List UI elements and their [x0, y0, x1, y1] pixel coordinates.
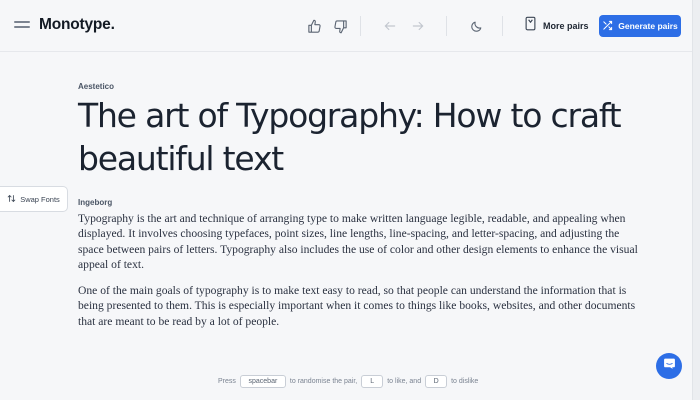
bookmark-icon — [524, 16, 537, 36]
hint-text: Press — [218, 377, 236, 385]
chat-button[interactable] — [656, 353, 682, 379]
thumbs-up-icon[interactable] — [304, 16, 324, 36]
like-key: L — [361, 374, 384, 388]
paragraph: Typography is the art and technique of a… — [78, 212, 638, 271]
heading-font-label: Aestetico — [78, 82, 115, 91]
spacebar-key: spacebar — [239, 374, 286, 388]
generate-pairs-button[interactable]: Generate pairs — [599, 15, 681, 37]
swap-fonts-label: Swap Fonts — [20, 194, 60, 204]
logo: Monotype. — [39, 16, 115, 33]
hint-text: to like, and — [387, 377, 422, 385]
more-pairs-label: More pairs — [543, 21, 589, 31]
generate-pairs-label: Generate pairs — [618, 21, 678, 31]
shuffle-icon — [602, 20, 613, 33]
hint-text: to dislike — [451, 377, 479, 385]
swap-fonts-button[interactable]: Swap Fonts — [0, 186, 68, 212]
thumbs-down-icon[interactable] — [330, 16, 350, 36]
hint-text: to randomise the pair, — [289, 377, 358, 385]
arrow-right-icon[interactable] — [408, 16, 428, 36]
keyboard-hint: Press spacebar to randomise the pair, L … — [218, 374, 478, 388]
divider — [502, 16, 503, 36]
divider — [446, 16, 447, 36]
body-font-label: Ingeborg — [78, 198, 113, 207]
chat-icon — [663, 357, 676, 375]
divider — [360, 16, 361, 36]
swap-arrows-icon — [7, 194, 16, 205]
menu-icon[interactable] — [14, 20, 30, 30]
moon-icon[interactable] — [466, 16, 486, 36]
scrollbar[interactable] — [692, 0, 700, 400]
paragraph: One of the main goals of typography is t… — [78, 284, 636, 328]
top-bar: Monotype. More pairs Generate pairs — [0, 0, 700, 52]
dislike-key: D — [425, 374, 448, 388]
arrow-left-icon[interactable] — [380, 16, 400, 36]
more-pairs-button[interactable]: More pairs — [524, 15, 589, 37]
page-title: The art of Typography: How to craft beau… — [78, 96, 622, 178]
